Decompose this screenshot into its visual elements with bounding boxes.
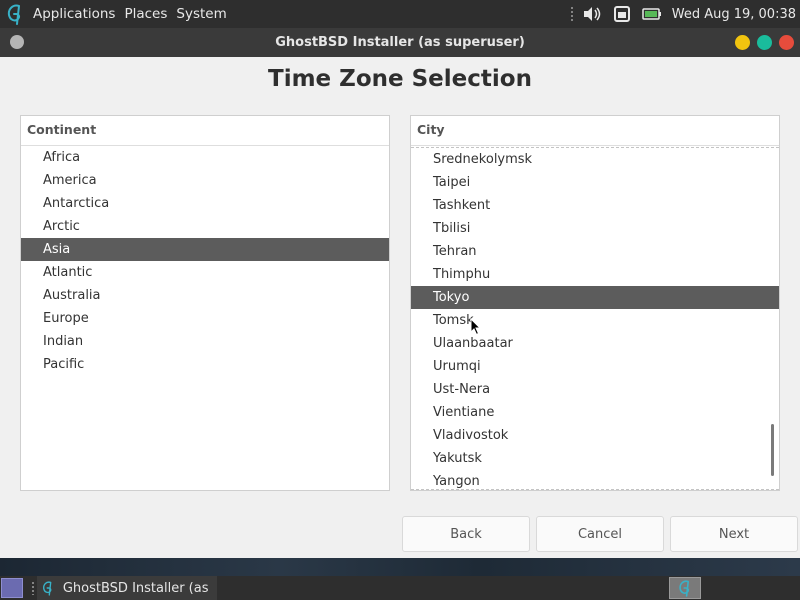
window-controls	[735, 35, 794, 50]
taskbar-installer-item[interactable]: GhostBSD Installer (as s...	[37, 576, 217, 600]
list-bottom-edge	[411, 489, 779, 490]
city-item-ust-nera[interactable]: Ust-Nera	[411, 378, 779, 401]
city-item-yangon[interactable]: Yangon	[411, 470, 779, 490]
city-scrollbar[interactable]	[771, 424, 774, 476]
continent-item-america[interactable]: America	[21, 169, 389, 192]
continent-item-antarctica[interactable]: Antarctica	[21, 192, 389, 215]
installer-window: GhostBSD Installer (as superuser) Time Z…	[0, 28, 800, 558]
show-desktop-button[interactable]	[1, 578, 23, 598]
system-tray: Wed Aug 19, 00:38	[569, 0, 800, 28]
window-menu-button[interactable]	[10, 35, 24, 49]
workspace-window-icon	[679, 580, 690, 597]
city-item-vladivostok[interactable]: Vladivostok	[411, 424, 779, 447]
city-item-tokyo[interactable]: Tokyo	[411, 286, 779, 309]
city-list: City Srednekolymsk Taipei Tashkent Tbilisi T…	[410, 115, 780, 491]
taskbar-item-label: GhostBSD Installer (as s...	[62, 580, 209, 596]
city-rows: Srednekolymsk Taipei Tashkent Tbilisi Tehran…	[411, 147, 779, 490]
city-item-tomsk[interactable]: Tomsk	[411, 309, 779, 332]
continent-item-australia[interactable]: Australia	[21, 284, 389, 307]
city-item-thimphu[interactable]: Thimphu	[411, 263, 779, 286]
tray-separator	[569, 6, 574, 22]
city-item-ulaanbaatar[interactable]: Ulaanbaatar	[411, 332, 779, 355]
continent-item-pacific[interactable]: Pacific	[21, 353, 389, 376]
navigation-buttons: Back Cancel Next	[402, 516, 798, 552]
speaker-icon[interactable]	[582, 4, 602, 24]
mouse-pointer-icon	[470, 317, 482, 336]
continent-item-atlantic[interactable]: Atlantic	[21, 261, 389, 284]
network-icon[interactable]	[612, 4, 632, 24]
window-titlebar[interactable]: GhostBSD Installer (as superuser)	[0, 28, 800, 57]
maximize-button[interactable]	[757, 35, 772, 50]
next-button[interactable]: Next	[670, 516, 798, 552]
ghostbsd-logo-icon[interactable]	[2, 1, 28, 27]
ghostbsd-task-icon	[43, 581, 52, 596]
window-title: GhostBSD Installer (as superuser)	[275, 35, 525, 50]
continent-list: Continent Africa America Antarctica Arctic A…	[20, 115, 390, 491]
bottom-taskbar: GhostBSD Installer (as s...	[0, 576, 800, 600]
city-header[interactable]: City	[411, 116, 779, 146]
city-item-urumqi[interactable]: Urumqi	[411, 355, 779, 378]
page-title: Time Zone Selection	[268, 66, 532, 92]
clock[interactable]: Wed Aug 19, 00:38	[672, 7, 796, 22]
top-panel: Applications Places System Wed Aug 19, 0…	[0, 0, 800, 28]
city-item-yakutsk[interactable]: Yakutsk	[411, 447, 779, 470]
continent-item-europe[interactable]: Europe	[21, 307, 389, 330]
city-item-vientiane[interactable]: Vientiane	[411, 401, 779, 424]
city-item-tehran[interactable]: Tehran	[411, 240, 779, 263]
desktop-background	[0, 558, 800, 576]
close-button[interactable]	[779, 35, 794, 50]
menu-system[interactable]: System	[176, 6, 226, 22]
city-item-taipei[interactable]: Taipei	[411, 171, 779, 194]
back-button[interactable]: Back	[402, 516, 530, 552]
city-item-tbilisi[interactable]: Tbilisi	[411, 217, 779, 240]
continent-header[interactable]: Continent	[21, 116, 389, 146]
menu-applications[interactable]: Applications	[33, 6, 115, 22]
workspace-switcher[interactable]	[669, 577, 701, 599]
continent-item-arctic[interactable]: Arctic	[21, 215, 389, 238]
continent-item-indian[interactable]: Indian	[21, 330, 389, 353]
continent-item-asia[interactable]: Asia	[21, 238, 389, 261]
city-item-srednekolymsk[interactable]: Srednekolymsk	[411, 148, 779, 171]
battery-icon[interactable]	[641, 4, 662, 24]
city-item-tashkent[interactable]: Tashkent	[411, 194, 779, 217]
taskbar-separator	[31, 581, 35, 595]
continent-rows: Africa America Antarctica Arctic Asia Atlanti…	[21, 146, 389, 376]
minimize-button[interactable]	[735, 35, 750, 50]
continent-item-africa[interactable]: Africa	[21, 146, 389, 169]
cancel-button[interactable]: Cancel	[536, 516, 664, 552]
menu-places[interactable]: Places	[124, 6, 167, 22]
